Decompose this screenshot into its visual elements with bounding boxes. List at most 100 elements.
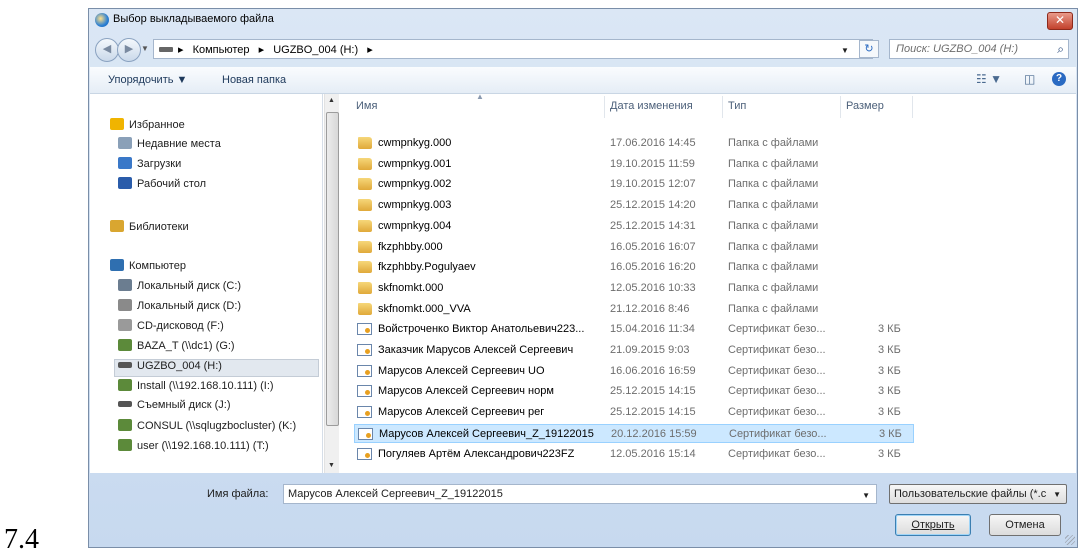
file-name: fkzphbby.Pogulyaev	[378, 261, 476, 273]
file-row[interactable]: Марусов Алексей Сергеевич_Z_19122015 20.1…	[354, 424, 914, 443]
cancel-button[interactable]: Отмена	[989, 514, 1061, 536]
new-folder-button[interactable]: Новая папка	[222, 74, 286, 86]
help-icon[interactable]: ?	[1052, 72, 1066, 86]
file-row[interactable]: fkzphbby.Pogulyaev 16.05.2016 16:20 Папка …	[354, 258, 914, 277]
breadcrumb-separator[interactable]: ▸	[178, 44, 184, 56]
address-bar[interactable]: ▸ Компьютер ▸ UGZBO_004 (H:) ▸	[153, 39, 873, 59]
forward-button[interactable]: ▶	[117, 38, 141, 62]
system-drive-icon	[118, 279, 132, 291]
column-header-name[interactable]: Имя	[356, 100, 377, 112]
file-date: 17.06.2016 14:45	[610, 137, 696, 149]
navigation-scrollbar[interactable]: ▲ ▼	[324, 94, 339, 473]
close-button[interactable]: ✕	[1047, 12, 1073, 30]
file-row[interactable]: cwmpnkyg.001 19.10.2015 11:59 Папка с файл…	[354, 155, 914, 174]
file-type: Сертификат безо...	[728, 406, 826, 418]
recent-pages-dropdown[interactable]: ▼	[141, 44, 149, 53]
scroll-down-icon[interactable]: ▼	[328, 462, 335, 469]
filename-value[interactable]: Марусов Алексей Сергеевич_Z_19122015	[288, 488, 503, 500]
change-view-button[interactable]: ☷ ▼	[976, 72, 1002, 86]
file-type: Сертификат безо...	[729, 428, 827, 440]
file-row[interactable]: Марусов Алексей Сергеевич UO 16.06.2016 1…	[354, 362, 914, 381]
filename-input[interactable]: Марусов Алексей Сергеевич_Z_19122015 ▼	[283, 484, 877, 504]
file-name: cwmpnkyg.003	[378, 199, 452, 211]
breadcrumb-computer[interactable]: Компьютер	[193, 44, 250, 56]
breadcrumb-separator[interactable]: ▸	[367, 44, 373, 56]
file-row[interactable]: cwmpnkyg.003 25.12.2015 14:20 Папка с файл…	[354, 196, 914, 215]
file-type: Сертификат безо...	[728, 344, 826, 356]
file-type: Сертификат безо...	[728, 365, 826, 377]
nav-item-label: Install (\\192.168.10.111) (I:)	[137, 380, 274, 392]
column-separator[interactable]	[840, 96, 841, 118]
refresh-button[interactable]: ↻	[859, 40, 879, 58]
nav-item-drive-t[interactable]: user (\\192.168.10.111) (T:)	[118, 439, 269, 457]
file-row[interactable]: skfnomkt.000_VVA 21.12.2016 8:46 Папка с ф…	[354, 300, 914, 319]
filename-dropdown-icon[interactable]: ▼	[862, 491, 870, 500]
file-row[interactable]: Марусов Алексей Сергеевич рег 25.12.2015 …	[354, 403, 914, 422]
address-dropdown-icon[interactable]: ▼	[841, 46, 849, 55]
nav-item-desktop[interactable]: Рабочий стол	[118, 177, 206, 195]
open-button[interactable]: Открыть	[895, 514, 971, 536]
folder-icon	[358, 178, 372, 190]
file-type: Сертификат безо...	[728, 323, 826, 335]
nav-item-computer[interactable]: Компьютер	[110, 259, 186, 277]
nav-item-drive-g[interactable]: BAZA_T (\\dc1) (G:)	[118, 339, 235, 357]
file-row[interactable]: fkzphbby.000 16.05.2016 16:07 Папка с файл…	[354, 238, 914, 257]
nav-item-drive-f[interactable]: CD-дисковод (F:)	[118, 319, 224, 337]
file-name: cwmpnkyg.001	[378, 158, 452, 170]
file-name: Марусов Алексей Сергеевич_Z_19122015	[379, 428, 594, 440]
nav-item-label: BAZA_T (\\dc1) (G:)	[137, 340, 235, 352]
scrollbar-thumb[interactable]	[326, 112, 339, 426]
file-row[interactable]: cwmpnkyg.000 17.06.2016 14:45 Папка с файл…	[354, 134, 914, 153]
column-separator[interactable]	[722, 96, 723, 118]
organize-button[interactable]: Упорядочить ▼	[108, 74, 187, 86]
nav-item-libraries[interactable]: Библиотеки	[110, 220, 189, 238]
network-drive-icon	[118, 439, 132, 451]
file-row[interactable]: skfnomkt.000 12.05.2016 10:33 Папка с файл…	[354, 279, 914, 298]
file-size: 3 КБ	[878, 448, 901, 460]
back-button[interactable]: ◀	[95, 38, 119, 62]
nav-item-drive-i[interactable]: Install (\\192.168.10.111) (I:)	[118, 379, 274, 397]
network-drive-icon	[118, 419, 132, 431]
resize-grip-icon[interactable]	[1065, 535, 1075, 545]
file-date: 19.10.2015 11:59	[610, 158, 695, 170]
file-row[interactable]: cwmpnkyg.002 19.10.2015 12:07 Папка с файл…	[354, 175, 914, 194]
preview-pane-button[interactable]: ◫	[1024, 72, 1035, 86]
nav-item-label: Локальный диск (D:)	[137, 300, 242, 312]
scroll-up-icon[interactable]: ▲	[328, 97, 335, 104]
column-separator[interactable]	[604, 96, 605, 118]
nav-item-drive-k[interactable]: CONSUL (\\sqlugzbocluster) (K:)	[118, 419, 296, 437]
nav-item-drive-c[interactable]: Локальный диск (C:)	[118, 279, 241, 297]
search-input[interactable]: Поиск: UGZBO_004 (H:) ⌕	[889, 39, 1069, 59]
file-open-dialog: Выбор выкладываемого файла ✕ ◀ ▶ ▼ ▸ Ком…	[88, 8, 1078, 548]
column-header-type[interactable]: Тип	[728, 100, 746, 112]
certificate-icon	[357, 344, 372, 356]
file-date: 19.10.2015 12:07	[610, 178, 696, 190]
filetype-select[interactable]: Пользовательские файлы (*.c ▼	[889, 484, 1067, 504]
column-header-date[interactable]: Дата изменения	[610, 100, 693, 112]
nav-item-drive-d[interactable]: Локальный диск (D:)	[118, 299, 241, 317]
nav-item-drive-j[interactable]: Съемный диск (J:)	[118, 399, 231, 417]
file-row[interactable]: Марусов Алексей Сергеевич норм 25.12.2015…	[354, 382, 914, 401]
search-icon[interactable]: ⌕	[1057, 42, 1064, 57]
computer-icon	[110, 259, 124, 271]
file-row[interactable]: Заказчик Марусов Алексей Сергеевич 21.09.…	[354, 341, 914, 360]
nav-item-label: CD-дисковод (F:)	[137, 320, 224, 332]
nav-item-favorites[interactable]: Избранное	[110, 118, 185, 136]
nav-item-downloads[interactable]: Загрузки	[118, 157, 181, 175]
nav-item-label: Избранное	[129, 119, 185, 131]
file-type: Папка с файлами	[728, 261, 819, 273]
file-name: skfnomkt.000_VVA	[378, 303, 471, 315]
filetype-dropdown-icon[interactable]: ▼	[1053, 490, 1061, 499]
breadcrumb-separator[interactable]: ▸	[259, 44, 265, 56]
title-bar: Выбор выкладываемого файла ✕	[89, 9, 1077, 31]
column-separator[interactable]	[912, 96, 913, 118]
column-header-size[interactable]: Размер	[846, 100, 884, 112]
certificate-icon	[357, 448, 372, 460]
nav-item-drive-h[interactable]: UGZBO_004 (H:)	[114, 359, 319, 377]
file-row[interactable]: Войстроченко Виктор Анатольевич223... 15.…	[354, 320, 914, 339]
file-row[interactable]: Погуляев Артём Александрович223FZ 12.05.2…	[354, 445, 914, 464]
nav-item-recent-places[interactable]: Недавние места	[118, 137, 221, 155]
breadcrumb-drive[interactable]: UGZBO_004 (H:)	[273, 44, 358, 56]
drive-icon	[159, 47, 173, 52]
file-row[interactable]: cwmpnkyg.004 25.12.2015 14:31 Папка с файл…	[354, 217, 914, 236]
